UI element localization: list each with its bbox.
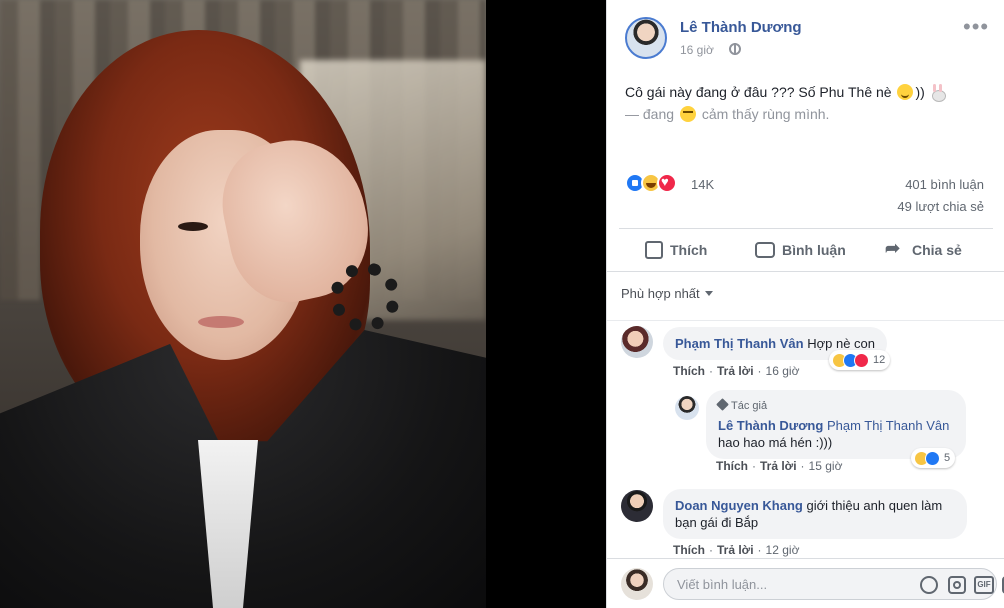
separator-dot: ·: [709, 543, 713, 557]
like-button[interactable]: Thích: [645, 229, 707, 271]
bunny-emoji-icon: [929, 84, 947, 102]
thumbs-up-icon: [645, 241, 663, 259]
comment-sort-dropdown[interactable]: Phù hợp nhất: [621, 286, 713, 301]
comment-time[interactable]: 15 giờ: [809, 459, 843, 473]
post-text-main: Cô gái này đang ở đâu ??? Số Phu Thê nè: [625, 84, 892, 100]
photo-stage: [0, 0, 606, 608]
post-side-panel: Lê Thành Dương 16 giờ ••• Cô gái này đan…: [606, 0, 1004, 608]
gif-icon[interactable]: GIF: [974, 576, 994, 594]
comment-input[interactable]: Viết bình luận... GIF: [663, 568, 1004, 600]
comment-time[interactable]: 12 giờ: [766, 543, 800, 557]
comment-reply-link[interactable]: Trả lời: [760, 459, 797, 473]
feeling-prefix: — đang: [625, 106, 675, 122]
comment-input-placeholder: Viết bình luận...: [677, 577, 768, 592]
love-reaction-icon: [657, 173, 677, 193]
comment-button-label: Bình luận: [782, 242, 846, 258]
comment-reactions-badge[interactable]: 12: [829, 350, 891, 370]
photo-viewer: Lê Thành Dương 16 giờ ••• Cô gái này đan…: [0, 0, 1004, 608]
like-reaction-icon: [925, 450, 940, 466]
commenter-avatar[interactable]: [621, 490, 653, 522]
divider: [607, 320, 1004, 321]
comment-reactions-badge[interactable]: 5: [911, 448, 956, 468]
comment-button[interactable]: Bình luận: [755, 229, 846, 271]
comment-reply-link[interactable]: Trả lời: [717, 543, 754, 557]
share-arrow-icon: [885, 238, 905, 259]
separator-dot: ·: [709, 364, 713, 378]
current-user-avatar[interactable]: [621, 568, 653, 600]
share-button-label: Chia sẻ: [912, 242, 962, 258]
emoji-picker-icon[interactable]: [920, 576, 938, 594]
comments-count[interactable]: 401 bình luận: [905, 177, 984, 192]
chevron-down-icon: [704, 291, 713, 296]
commenter-avatar[interactable]: [675, 396, 699, 420]
smile-emoji-icon: [897, 84, 914, 100]
share-button[interactable]: Chia sẻ: [885, 229, 962, 271]
comment-time[interactable]: 16 giờ: [766, 364, 800, 378]
globe-icon: [729, 43, 741, 55]
post-text-tail: )): [915, 84, 925, 100]
separator-dot: ·: [800, 459, 805, 473]
separator-dot: ·: [757, 543, 762, 557]
commenter-name[interactable]: Doan Nguyen Khang: [675, 498, 803, 513]
comment-text: hao hao má hén :))): [718, 435, 833, 450]
comment-composer: Viết bình luận... GIF: [607, 558, 1004, 608]
post-feeling: — đang cảm thấy rùng mình.: [625, 103, 829, 125]
post-photo[interactable]: [0, 0, 486, 608]
comment-reaction-count: 5: [944, 452, 951, 464]
comment-meta: Thích · Trả lời · 16 giờ: [673, 364, 799, 378]
separator-dot: ·: [757, 364, 762, 378]
shares-count[interactable]: 49 lượt chia sẻ: [897, 199, 984, 214]
post-header: Lê Thành Dương 16 giờ •••: [607, 0, 1004, 70]
author-avatar[interactable]: [625, 17, 667, 59]
post-actions: Thích Bình luận Chia sẻ: [619, 229, 993, 271]
mention-link[interactable]: Phạm Thị Thanh Vân: [827, 418, 949, 433]
post-text: Cô gái này đang ở đâu ??? Số Phu Thê nè …: [625, 81, 995, 103]
photo-subject-lips: [198, 316, 244, 328]
comment-bubble: Doan Nguyen Khang giới thiệu anh quen là…: [663, 489, 967, 539]
photo-subject-eye: [178, 222, 208, 231]
reactions-count[interactable]: 14K: [691, 177, 714, 192]
sort-label: Phù hợp nhất: [621, 286, 700, 301]
comment-text: Hợp nè con: [807, 336, 875, 351]
like-button-label: Thích: [670, 242, 708, 258]
comment-reaction-count: 12: [873, 354, 886, 366]
commenter-name[interactable]: Lê Thành Dương: [718, 418, 823, 433]
comments-section: Phù hợp nhất Phạm Thị Thanh Vân Hợp nè c…: [607, 272, 1004, 558]
pen-icon: [716, 398, 729, 411]
post-timestamp[interactable]: 16 giờ: [680, 43, 714, 57]
speech-bubble-icon: [755, 242, 775, 258]
camera-icon[interactable]: [948, 576, 966, 594]
comment-meta: Thích · Trả lời · 12 giờ: [673, 543, 799, 557]
relieved-emoji-icon: [679, 106, 696, 122]
feeling-text: cảm thấy rùng mình.: [701, 106, 830, 122]
love-reaction-icon: [854, 352, 869, 368]
comment-reply-link[interactable]: Trả lời: [717, 364, 754, 378]
author-tag: Tác giả: [716, 398, 954, 415]
author-tag-label: Tác giả: [731, 400, 768, 412]
commenter-name[interactable]: Phạm Thị Thanh Vân: [675, 336, 804, 351]
author-name[interactable]: Lê Thành Dương: [680, 19, 802, 36]
separator-dot: ·: [752, 459, 756, 473]
comment-meta: Thích · Trả lời · 15 giờ: [716, 459, 842, 473]
comment-like-link[interactable]: Thích: [673, 364, 705, 378]
more-options-icon[interactable]: •••: [963, 14, 989, 40]
commenter-avatar[interactable]: [621, 326, 653, 358]
comment-like-link[interactable]: Thích: [716, 459, 748, 473]
comment-like-link[interactable]: Thích: [673, 543, 705, 557]
